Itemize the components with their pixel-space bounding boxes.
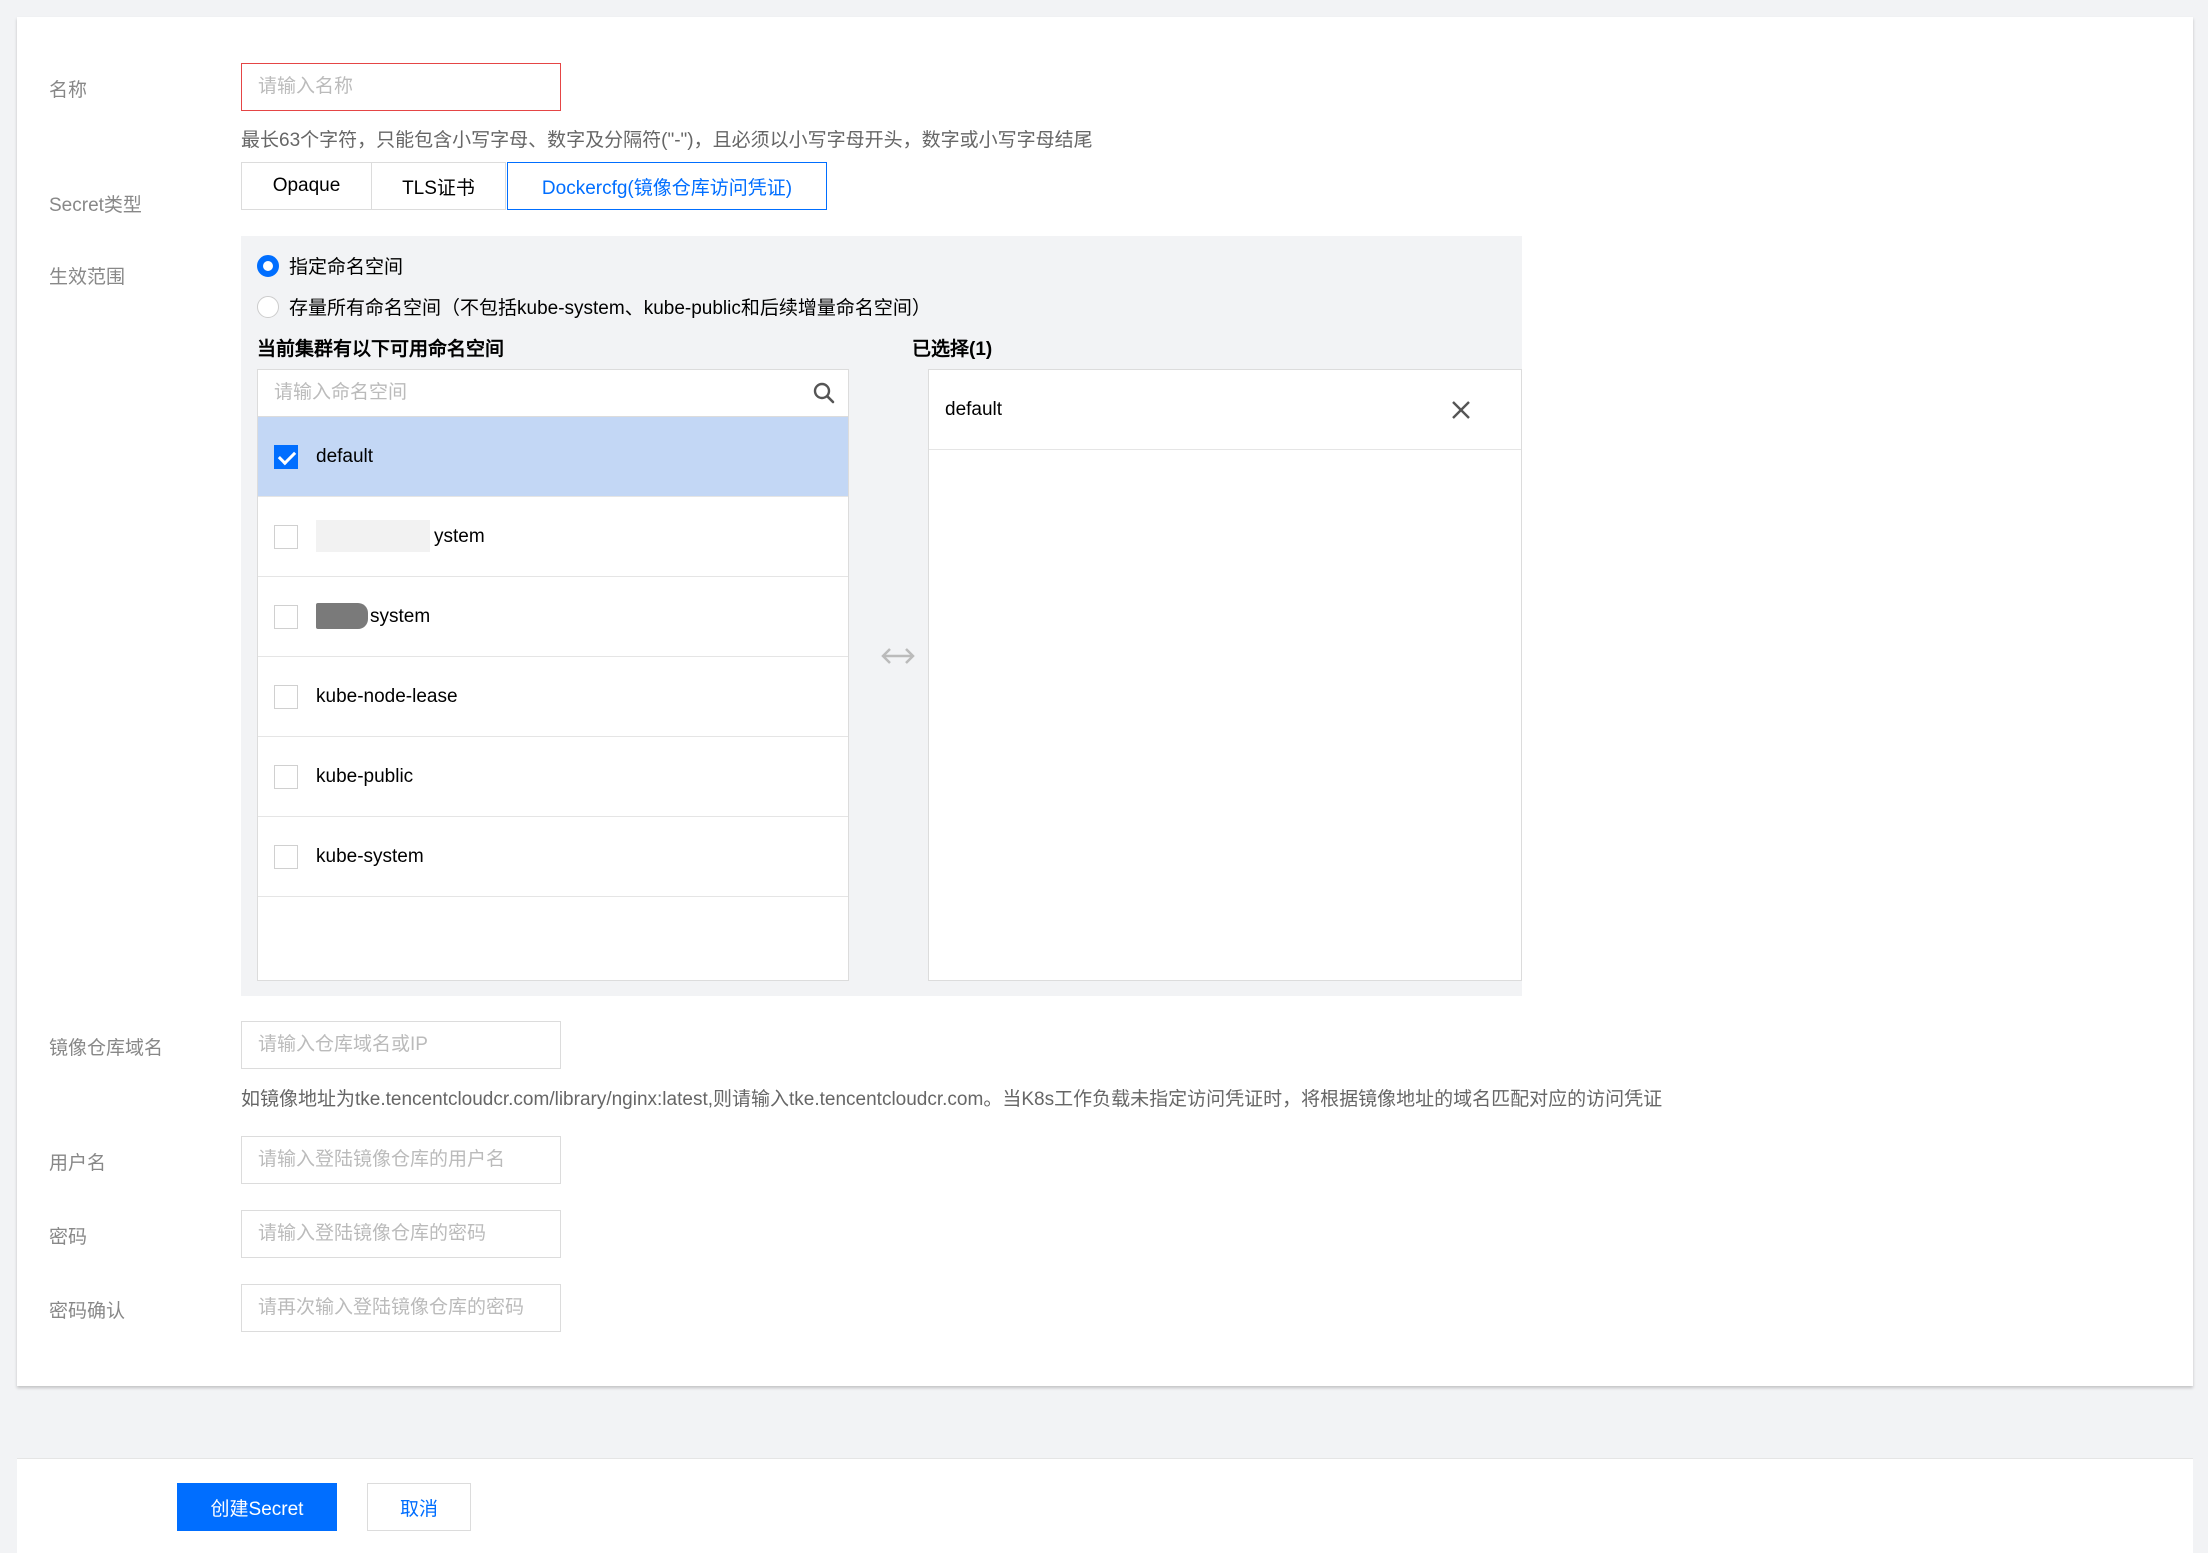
checkbox-icon[interactable] — [274, 844, 298, 869]
selected-item-label: default — [945, 398, 1003, 420]
checkbox-icon[interactable] — [274, 524, 298, 549]
username-label: 用户名 — [49, 1153, 107, 1174]
namespace-row[interactable]: kube-public — [258, 737, 848, 817]
selected-namespace-list: default — [928, 369, 1522, 981]
secret-type-dockercfg[interactable]: Dockercfg(镜像仓库访问凭证) — [507, 162, 827, 210]
namespace-row[interactable]: system — [258, 577, 848, 657]
redacted-block — [316, 602, 368, 629]
redacted-block — [316, 519, 430, 552]
namespace-label: default — [316, 445, 374, 467]
cancel-button[interactable]: 取消 — [367, 1483, 471, 1531]
secret-type-opaque[interactable]: Opaque — [241, 162, 372, 210]
checkbox-checked-icon[interactable] — [274, 444, 298, 469]
namespace-row[interactable]: default — [258, 417, 848, 497]
checkbox-icon[interactable] — [274, 684, 298, 709]
name-label: 名称 — [49, 80, 88, 101]
left-right-arrow-icon — [881, 648, 915, 664]
scope-panel: 指定命名空间 存量所有命名空间（不包括kube-system、kube-publ… — [241, 236, 1522, 996]
username-input[interactable] — [241, 1136, 561, 1184]
selected-namespaces-title: 已选择(1) — [912, 339, 993, 360]
registry-help-text: 如镜像地址为tke.tencentcloudcr.com/library/ngi… — [241, 1089, 1663, 1110]
namespace-row[interactable]: kube-node-lease — [258, 657, 848, 737]
search-icon[interactable] — [812, 381, 836, 405]
create-secret-button[interactable]: 创建Secret — [177, 1483, 337, 1531]
password-confirm-label: 密码确认 — [49, 1301, 126, 1322]
registry-label: 镜像仓库域名 — [49, 1038, 164, 1059]
radio-all-namespaces-label: 存量所有命名空间（不包括kube-system、kube-public和后续增量… — [289, 298, 931, 319]
password-input[interactable] — [241, 1210, 561, 1258]
available-namespace-list: default ystem system kube-node-lease — [257, 369, 849, 981]
namespace-label: kube-public — [316, 765, 414, 787]
checkbox-icon[interactable] — [274, 764, 298, 789]
scope-label: 生效范围 — [49, 267, 126, 288]
radio-specific-namespace[interactable]: 指定命名空间 — [257, 252, 403, 279]
available-namespaces-title: 当前集群有以下可用命名空间 — [257, 339, 505, 360]
namespace-label: kube-system — [316, 845, 424, 867]
namespace-search — [258, 370, 848, 417]
radio-unchecked-icon — [257, 295, 279, 318]
radio-checked-icon — [257, 254, 279, 277]
secret-type-tls[interactable]: TLS证书 — [371, 162, 506, 210]
registry-input[interactable] — [241, 1021, 561, 1069]
namespace-label: ystem — [434, 525, 485, 547]
name-input[interactable] — [241, 63, 561, 111]
checkbox-icon[interactable] — [274, 604, 298, 629]
form-footer: 创建Secret 取消 — [17, 1458, 2193, 1553]
name-help-text: 最长63个字符，只能包含小写字母、数字及分隔符("-")，且必须以小写字母开头，… — [241, 130, 1093, 151]
secret-type-label: Secret类型 — [49, 195, 142, 216]
close-icon[interactable] — [1449, 398, 1473, 422]
password-label: 密码 — [49, 1227, 88, 1248]
password-confirm-input[interactable] — [241, 1284, 561, 1332]
namespace-label: kube-node-lease — [316, 685, 458, 707]
secret-form-card: 名称 最长63个字符，只能包含小写字母、数字及分隔符("-")，且必须以小写字母… — [17, 17, 2193, 1386]
namespace-row[interactable]: kube-system — [258, 817, 848, 897]
radio-all-namespaces[interactable]: 存量所有命名空间（不包括kube-system、kube-public和后续增量… — [257, 293, 931, 320]
namespace-label: system — [370, 605, 431, 627]
selected-item-row: default — [929, 370, 1521, 450]
radio-specific-namespace-label: 指定命名空间 — [289, 257, 404, 278]
namespace-search-input[interactable] — [258, 370, 848, 416]
namespace-row[interactable]: ystem — [258, 497, 848, 577]
